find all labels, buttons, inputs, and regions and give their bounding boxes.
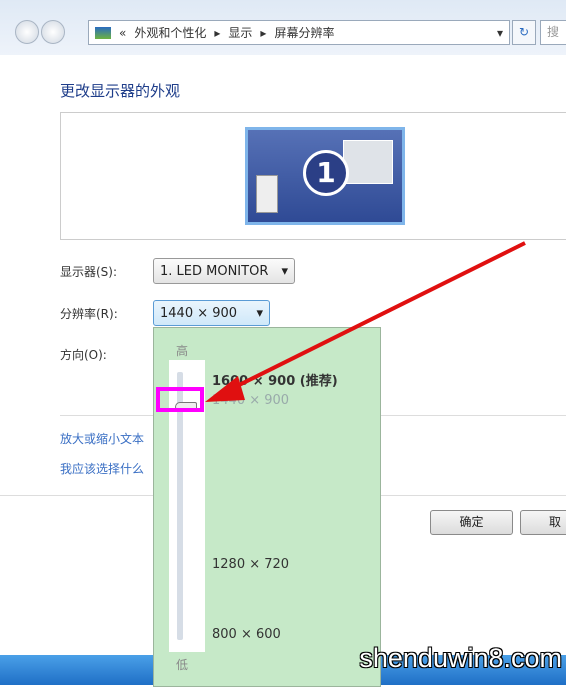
arrow-head	[205, 376, 245, 402]
red-arrow	[205, 241, 526, 402]
watermark: shenduwin8.com	[359, 643, 562, 673]
arrow-shaft	[224, 241, 526, 394]
